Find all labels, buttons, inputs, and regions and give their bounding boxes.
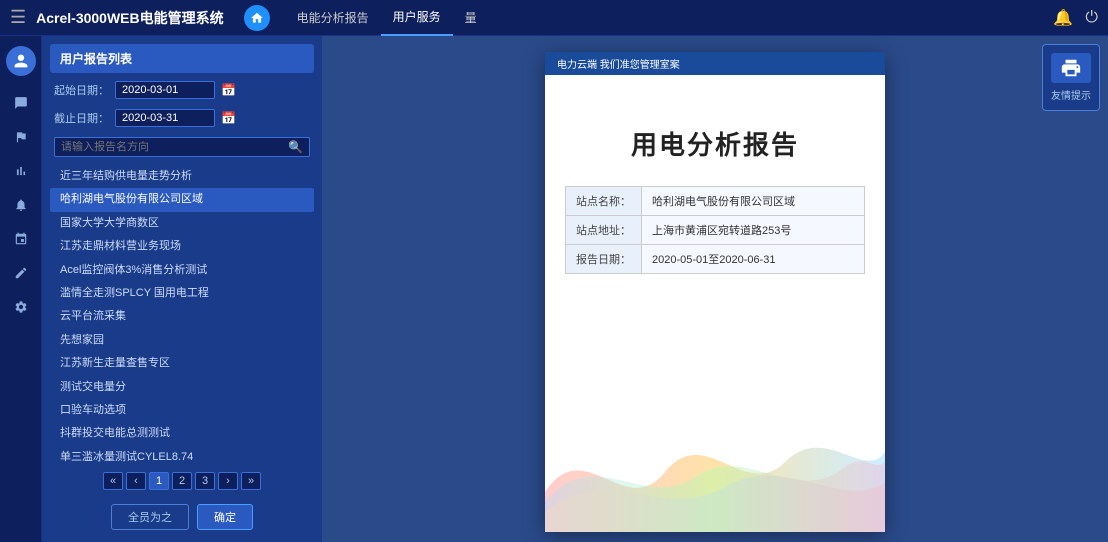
list-item[interactable]: 单三滥冰量测试CYLEL8.74 [50,446,314,462]
page-next-btn[interactable]: › [218,472,238,490]
bar-chart-icon[interactable] [4,156,38,186]
main-layout: 用户报告列表 起始日期： 📅 截止日期： 📅 🔍 近三年结购供电量走势分析哈利湖… [0,36,1108,542]
report-info-value: 上海市黄浦区宛转道路253号 [642,216,865,245]
menu-icon[interactable]: ☰ [10,7,26,28]
export-button[interactable]: 全员为之 [111,504,189,530]
list-item[interactable]: 哈利湖电气股份有限公司区域 [50,188,314,211]
home-icon[interactable] [244,5,270,31]
report-top-bar-text: 电力云端 我们准您管理室案 [557,56,680,71]
report-info-value: 哈利湖电气股份有限公司区域 [642,187,865,216]
list-item[interactable]: 近三年结购供电量走势分析 [50,165,314,188]
list-item[interactable]: 江苏新生走量查售专区 [50,352,314,375]
avatar [6,46,36,76]
start-date-row: 起始日期： 📅 [50,79,314,101]
list-item[interactable]: 口验车动选项 [50,399,314,422]
report-top-bar: 电力云端 我们准您管理室案 [545,52,885,75]
report-info-label: 站点地址： [566,216,642,245]
page-1-btn[interactable]: 1 [149,472,169,490]
report-wave [545,412,885,532]
power-icon[interactable]: ⏻ [1085,9,1098,27]
pagination: « ‹ 1 2 3 › » [50,468,314,494]
report-list: 近三年结购供电量走势分析哈利湖电气股份有限公司区域国家大学大学商数区江苏走鼎材料… [50,165,314,462]
confirm-button[interactable]: 确定 [197,504,253,530]
report-info-table: 站点名称：哈利湖电气股份有限公司区域站点地址：上海市黄浦区宛转道路253号报告日… [565,186,865,274]
report-info-value: 2020-05-01至2020-06-31 [642,245,865,274]
search-box: 🔍 [54,137,310,157]
right-panel-label: 友情提示 [1051,87,1091,102]
list-item[interactable]: 滥情全走测SPLCY 国用电工程 [50,282,314,305]
page-prev-btn[interactable]: ‹ [126,472,146,490]
list-item[interactable]: 江苏走鼎材料营业务现场 [50,235,314,258]
report-body: 用电分析报告 站点名称：哈利湖电气股份有限公司区域站点地址：上海市黄浦区宛转道路… [545,75,885,412]
page-last-btn[interactable]: » [241,472,261,490]
bell-icon[interactable]: 🔔 [1053,8,1073,28]
page-3-btn[interactable]: 3 [195,472,215,490]
list-item[interactable]: 云平台流采集 [50,305,314,328]
pin-icon[interactable] [4,224,38,254]
start-date-label: 起始日期： [54,82,109,98]
topbar-nav: 电能分析报告 用户服务 量 [285,0,489,36]
list-item[interactable]: 测试交电量分 [50,376,314,399]
report-list-panel: 用户报告列表 起始日期： 📅 截止日期： 📅 🔍 近三年结购供电量走势分析哈利湖… [42,36,322,542]
report-preview: 电力云端 我们准您管理室案 用电分析报告 站点名称：哈利湖电气股份有限公司区域站… [545,52,885,532]
app-title: Acrel-3000WEB电能管理系统 [36,8,224,28]
list-item[interactable]: 抖群投交电能总测测试 [50,422,314,445]
flag-icon[interactable] [4,122,38,152]
settings-icon[interactable] [4,292,38,322]
panel-buttons: 全员为之 确定 [50,500,314,534]
list-item[interactable]: 先想家园 [50,329,314,352]
edit-icon[interactable] [4,258,38,288]
report-info-label: 报告日期： [566,245,642,274]
bell-sidebar-icon[interactable] [4,190,38,220]
report-title: 用电分析报告 [631,125,799,162]
chat-icon[interactable] [4,88,38,118]
end-date-input[interactable] [115,109,215,127]
topbar: ☰ Acrel-3000WEB电能管理系统 电能分析报告 用户服务 量 🔔 ⏻ [0,0,1108,36]
list-item[interactable]: Acel监控阀体3%消售分析测试 [50,259,314,282]
content-area: 电力云端 我们准您管理室案 用电分析报告 站点名称：哈利湖电气股份有限公司区域站… [322,36,1108,542]
report-info-label: 站点名称： [566,187,642,216]
nav-item-quantity[interactable]: 量 [453,0,489,36]
sidebar [0,36,42,542]
print-icon[interactable] [1051,53,1091,83]
start-date-calendar-icon[interactable]: 📅 [221,83,236,97]
page-2-btn[interactable]: 2 [172,472,192,490]
end-date-calendar-icon[interactable]: 📅 [221,111,236,125]
end-date-row: 截止日期： 📅 [50,107,314,129]
nav-item-user-service[interactable]: 用户服务 [381,0,453,36]
right-action-panel: 友情提示 [1042,44,1100,111]
start-date-input[interactable] [115,81,215,99]
list-item[interactable]: 国家大学大学商数区 [50,212,314,235]
page-first-btn[interactable]: « [103,472,123,490]
end-date-label: 截止日期： [54,110,109,126]
search-input[interactable] [61,141,288,153]
panel-header: 用户报告列表 [50,44,314,73]
search-icon: 🔍 [288,140,303,154]
nav-item-energy[interactable]: 电能分析报告 [285,0,381,36]
topbar-right: 🔔 ⏻ [1053,8,1098,28]
